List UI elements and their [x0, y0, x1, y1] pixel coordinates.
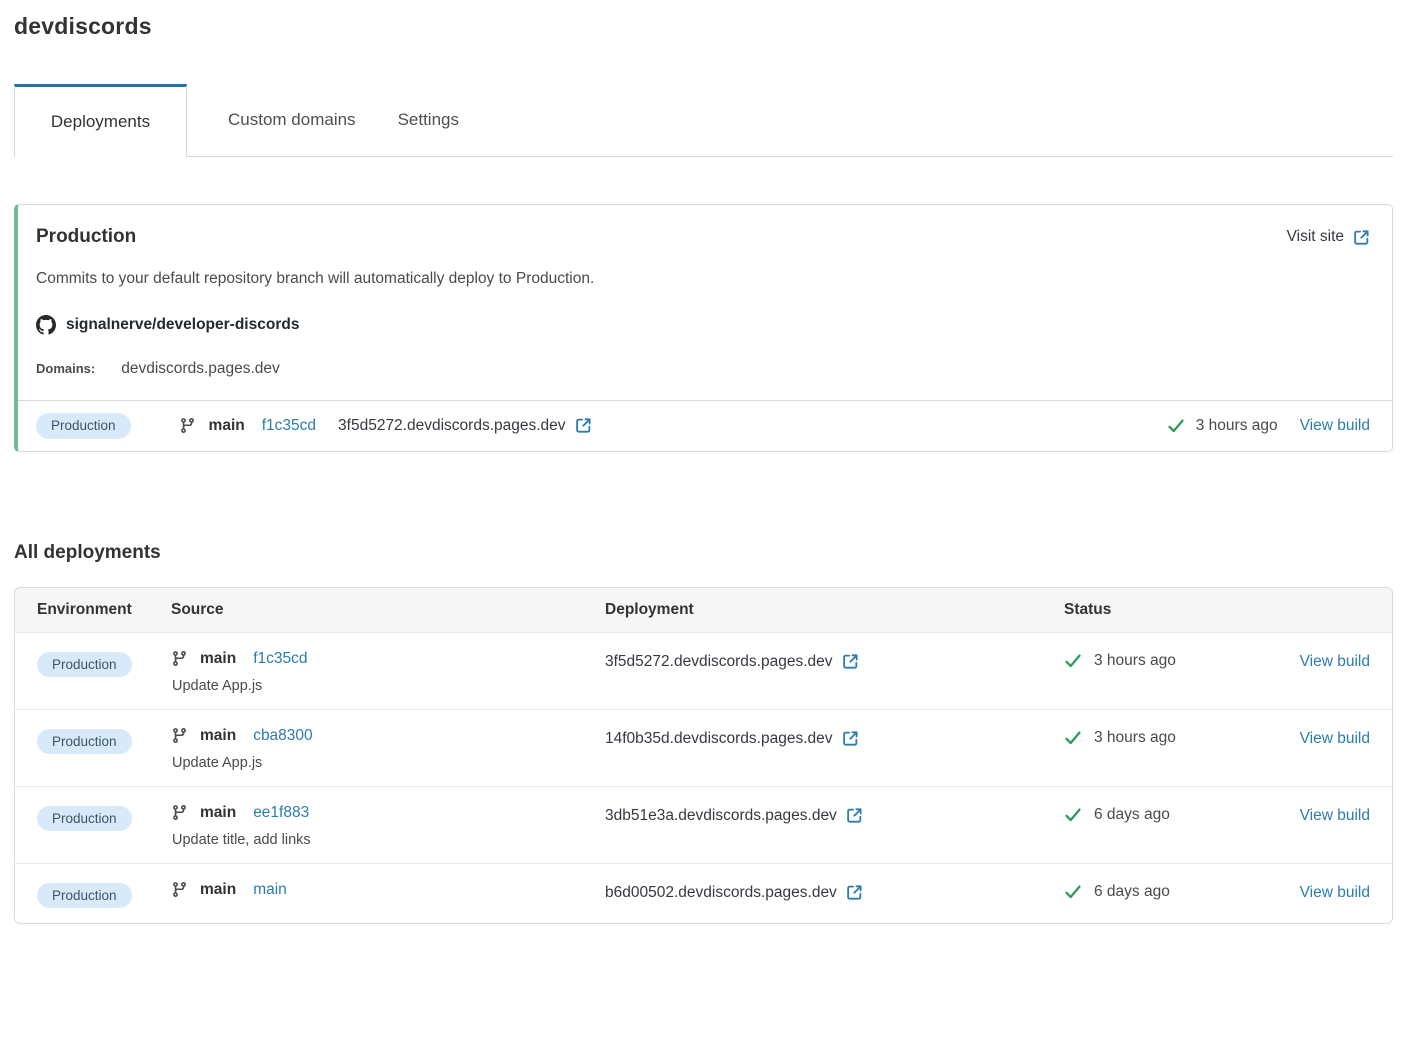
git-branch-icon: [179, 417, 196, 434]
git-branch-icon: [171, 727, 188, 744]
production-card-title: Production: [36, 226, 136, 248]
deployment-status: 6 days ago: [1064, 804, 1284, 824]
production-deployment-row: Production main f1c35cd 3f5d5272.devdisc…: [18, 400, 1392, 451]
git-branch-icon: [171, 650, 188, 667]
production-card-description: Commits to your default repository branc…: [36, 270, 1370, 288]
deployment-url: 3db51e3a.devdiscords.pages.dev: [605, 807, 837, 825]
deployment-url-link[interactable]: 14f0b35d.devdiscords.pages.dev: [605, 730, 859, 748]
tab-settings[interactable]: Settings: [377, 84, 480, 156]
column-header-deployment: Deployment: [605, 601, 1064, 619]
page-title: devdiscords: [14, 13, 1393, 40]
github-icon: [36, 315, 56, 335]
table-row: Production main ee1f883 Update title, ad…: [15, 786, 1392, 863]
external-link-icon: [846, 807, 863, 824]
deployment-time: 3 hours ago: [1094, 729, 1176, 747]
environment-badge: Production: [36, 413, 131, 439]
domains-value: devdiscords.pages.dev: [121, 360, 280, 378]
column-header-environment: Environment: [37, 601, 171, 619]
view-build-link[interactable]: View build: [1300, 807, 1370, 824]
view-build-link[interactable]: View build: [1300, 653, 1370, 670]
deployment-status: 3 hours ago: [1064, 727, 1284, 747]
deployment-url-link[interactable]: b6d00502.devdiscords.pages.dev: [605, 884, 863, 902]
deployment-time: 6 days ago: [1094, 883, 1170, 901]
deployment-time: 6 days ago: [1094, 806, 1170, 824]
commit-message: Update title, add links: [172, 832, 605, 848]
deployment-url: 14f0b35d.devdiscords.pages.dev: [605, 730, 833, 748]
external-link-icon: [842, 730, 859, 747]
branch-name: main: [200, 881, 236, 899]
branch-name: main: [200, 650, 236, 668]
deployment-time: 3 hours ago: [1196, 417, 1278, 435]
check-icon: [1064, 729, 1082, 747]
table-row: Production main f1c35cd Update App.js 3f…: [15, 632, 1392, 709]
environment-badge: Production: [37, 806, 132, 832]
commit-link[interactable]: main: [253, 881, 287, 899]
visit-site-label: Visit site: [1287, 228, 1344, 246]
production-card: Production Visit site Commits to your de…: [14, 204, 1393, 452]
view-build-link[interactable]: View build: [1300, 730, 1370, 747]
deployment-url-link[interactable]: 3f5d5272.devdiscords.pages.dev: [338, 417, 592, 435]
git-branch-icon: [171, 881, 188, 898]
branch-name: main: [200, 727, 236, 745]
deployment-url: 3f5d5272.devdiscords.pages.dev: [338, 417, 566, 435]
deployment-status: 6 days ago: [1064, 881, 1284, 901]
all-deployments-heading: All deployments: [14, 542, 1393, 564]
check-icon: [1064, 652, 1082, 670]
deployment-status: 3 hours ago: [1064, 650, 1284, 670]
deployments-table-header: Environment Source Deployment Status: [15, 588, 1392, 632]
tab-deployments[interactable]: Deployments: [14, 84, 187, 157]
pages-project-page: devdiscords Deployments Custom domains S…: [0, 0, 1413, 924]
commit-link[interactable]: cba8300: [253, 727, 312, 745]
external-link-icon: [575, 417, 592, 434]
check-icon: [1064, 806, 1082, 824]
external-link-icon: [1353, 229, 1370, 246]
branch-name: main: [200, 804, 236, 822]
external-link-icon: [842, 653, 859, 670]
environment-badge: Production: [37, 652, 132, 678]
deployment-url: b6d00502.devdiscords.pages.dev: [605, 884, 837, 902]
deployment-time: 3 hours ago: [1094, 652, 1176, 670]
environment-badge: Production: [37, 883, 132, 909]
deployment-status: 3 hours ago: [1167, 417, 1278, 435]
commit-message: Update App.js: [172, 678, 605, 694]
table-row: Production main main b6d00502.devdiscord…: [15, 863, 1392, 924]
environment-badge: Production: [37, 729, 132, 755]
tab-bar: Deployments Custom domains Settings: [14, 84, 1393, 157]
column-header-status: Status: [1064, 601, 1284, 619]
commit-link[interactable]: ee1f883: [253, 804, 309, 822]
deployment-url: 3f5d5272.devdiscords.pages.dev: [605, 653, 833, 671]
tab-custom-domains[interactable]: Custom domains: [207, 84, 377, 156]
column-header-source: Source: [171, 601, 605, 619]
commit-link[interactable]: f1c35cd: [262, 417, 316, 435]
check-icon: [1167, 417, 1185, 435]
branch-name: main: [209, 417, 245, 435]
external-link-icon: [846, 884, 863, 901]
domains-label: Domains:: [36, 361, 95, 376]
deployment-url-link[interactable]: 3f5d5272.devdiscords.pages.dev: [605, 653, 859, 671]
git-branch-icon: [171, 804, 188, 821]
view-build-link[interactable]: View build: [1300, 884, 1370, 901]
visit-site-link[interactable]: Visit site: [1287, 228, 1370, 246]
commit-message: Update App.js: [172, 755, 605, 771]
repo-name: signalnerve/developer-discords: [66, 316, 299, 334]
check-icon: [1064, 883, 1082, 901]
deployment-url-link[interactable]: 3db51e3a.devdiscords.pages.dev: [605, 807, 863, 825]
deployments-table: Environment Source Deployment Status Pro…: [14, 587, 1393, 925]
commit-link[interactable]: f1c35cd: [253, 650, 307, 668]
view-build-link[interactable]: View build: [1300, 417, 1370, 435]
table-row: Production main cba8300 Update App.js 14…: [15, 709, 1392, 786]
